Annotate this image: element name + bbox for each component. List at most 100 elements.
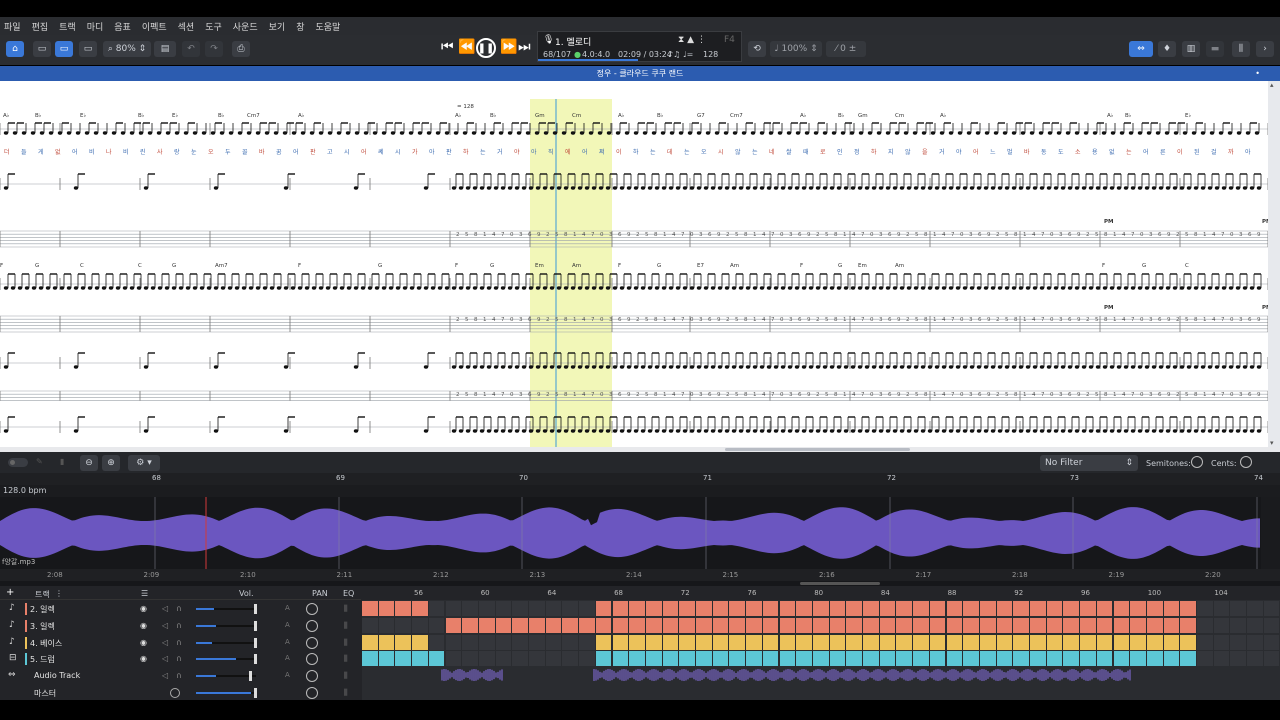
- waveform-view[interactable]: f양갈.mp3: [0, 497, 1280, 569]
- vertical-scrollbar[interactable]: ▴ ▾: [1268, 81, 1280, 447]
- track-bar-block[interactable]: [645, 634, 662, 650]
- empty-bar-cell[interactable]: [1247, 601, 1263, 616]
- track-bar-block[interactable]: [562, 617, 579, 633]
- empty-bar-cell[interactable]: [445, 634, 462, 650]
- empty-bar-cell[interactable]: [445, 601, 462, 616]
- track-bar-block[interactable]: [1163, 634, 1180, 650]
- empty-bar-cell[interactable]: [545, 651, 562, 667]
- track-bar-block[interactable]: [362, 601, 378, 616]
- track-bar-block[interactable]: [1013, 634, 1029, 650]
- visibility-icon[interactable]: ◉: [140, 621, 147, 630]
- track-bar-block[interactable]: [1146, 634, 1163, 650]
- track-bar-block[interactable]: [829, 651, 846, 667]
- right-panel-icon[interactable]: ▭: [79, 41, 97, 57]
- track-bar-block[interactable]: [929, 617, 946, 633]
- menu-item[interactable]: 섹션: [178, 20, 195, 33]
- empty-bar-cell[interactable]: [1263, 601, 1280, 616]
- arrangement-grid[interactable]: [362, 600, 1280, 700]
- volume-slider[interactable]: [196, 654, 257, 665]
- track-bar-block[interactable]: [879, 651, 896, 667]
- settings-icon[interactable]: ⚙ ▾: [128, 455, 160, 471]
- pan-knob[interactable]: [306, 603, 318, 615]
- menu-item[interactable]: 편집: [32, 20, 49, 33]
- left-panel-icon[interactable]: ▭: [33, 41, 51, 57]
- track-bar-block[interactable]: [779, 617, 796, 633]
- track-bar-block[interactable]: [1130, 651, 1146, 667]
- pan-knob[interactable]: [306, 636, 318, 649]
- track-bar-block[interactable]: [946, 651, 963, 667]
- panel-toggle[interactable]: [8, 458, 28, 467]
- volume-thumb[interactable]: [254, 604, 257, 614]
- track-bar-block[interactable]: [395, 601, 412, 616]
- empty-bar-cell[interactable]: [579, 651, 595, 667]
- track-bar-block[interactable]: [629, 617, 645, 633]
- track-bar-block[interactable]: [729, 601, 746, 616]
- track-bar-block[interactable]: [662, 651, 679, 667]
- zoom-in-icon[interactable]: ⊕: [102, 455, 120, 471]
- scroll-up-icon[interactable]: ▴: [1270, 81, 1278, 89]
- empty-bar-cell[interactable]: [529, 651, 545, 667]
- tuner-icon[interactable]: ♦: [1158, 41, 1176, 57]
- track-bar-block[interactable]: [796, 601, 812, 616]
- solo-icon[interactable]: ∩: [176, 654, 182, 663]
- track-bar-block[interactable]: [729, 617, 746, 633]
- track-bar-block[interactable]: [696, 617, 712, 633]
- mute-icon[interactable]: ◁: [162, 604, 168, 613]
- track-bar-block[interactable]: [1013, 651, 1029, 667]
- empty-bar-cell[interactable]: [428, 601, 445, 616]
- mute-icon[interactable]: ◁: [162, 638, 168, 647]
- skip-end-icon[interactable]: ⏭: [518, 39, 531, 55]
- track-bar-block[interactable]: [395, 651, 412, 667]
- track-bar-block[interactable]: [913, 601, 929, 616]
- track-bar-block[interactable]: [1163, 651, 1180, 667]
- menu-item[interactable]: 음표: [114, 20, 131, 33]
- track-bar-block[interactable]: [1180, 601, 1196, 616]
- track-bar-block[interactable]: [879, 634, 896, 650]
- empty-bar-cell[interactable]: [545, 601, 562, 616]
- pause-button[interactable]: ❚❚: [476, 38, 496, 58]
- track-bar-block[interactable]: [1080, 634, 1096, 650]
- track-bar-block[interactable]: [846, 634, 862, 650]
- empty-bar-cell[interactable]: [545, 634, 562, 650]
- track-bar-block[interactable]: [612, 617, 629, 633]
- menu-item[interactable]: 도구: [205, 20, 222, 33]
- automation-icon[interactable]: A: [285, 654, 290, 662]
- track-bar-block[interactable]: [1180, 651, 1196, 667]
- menu-item[interactable]: 트랙: [59, 20, 76, 33]
- track-bar-block[interactable]: [996, 634, 1013, 650]
- track-bar-block[interactable]: [679, 617, 695, 633]
- track-bar-block[interactable]: [812, 617, 829, 633]
- track-bar-block[interactable]: [1096, 617, 1113, 633]
- mute-icon[interactable]: ◁: [162, 654, 168, 663]
- score-view[interactable]: 2581470369258147036925814703692581470369…: [0, 81, 1268, 447]
- empty-bar-cell[interactable]: [529, 634, 545, 650]
- visibility-icon[interactable]: ◉: [140, 654, 147, 663]
- track-bar-block[interactable]: [462, 617, 478, 633]
- track-bar-block[interactable]: [1096, 601, 1113, 616]
- track-bar-block[interactable]: [863, 651, 879, 667]
- solo-icon[interactable]: ∩: [176, 621, 182, 630]
- track-bar-block[interactable]: [1130, 601, 1146, 616]
- track-bar-block[interactable]: [645, 601, 662, 616]
- track-bar-block[interactable]: [679, 634, 695, 650]
- pan-knob[interactable]: [306, 653, 318, 666]
- track-bar-block[interactable]: [1063, 601, 1080, 616]
- eq-icon[interactable]: ⫼: [344, 654, 348, 664]
- track-bar-block[interactable]: [696, 601, 712, 616]
- track-bar-block[interactable]: [1130, 634, 1146, 650]
- volume-thumb[interactable]: [254, 637, 257, 648]
- track-bar-block[interactable]: [629, 601, 645, 616]
- track-bar-block[interactable]: [1113, 634, 1130, 650]
- track-bar-block[interactable]: [595, 617, 612, 633]
- timeline-scroll-thumb[interactable]: [800, 582, 880, 585]
- track-bar-block[interactable]: [1063, 651, 1080, 667]
- track-bar-block[interactable]: [1013, 601, 1029, 616]
- track-bar-block[interactable]: [1046, 651, 1063, 667]
- track-bar-block[interactable]: [812, 651, 829, 667]
- track-bar-block[interactable]: [545, 617, 562, 633]
- filter-select[interactable]: No Filter ⇕: [1040, 455, 1138, 471]
- menu-item[interactable]: 파일: [4, 20, 21, 33]
- track-bar-block[interactable]: [829, 634, 846, 650]
- track-bar-block[interactable]: [846, 617, 862, 633]
- loop-icon[interactable]: ⟲: [748, 41, 766, 57]
